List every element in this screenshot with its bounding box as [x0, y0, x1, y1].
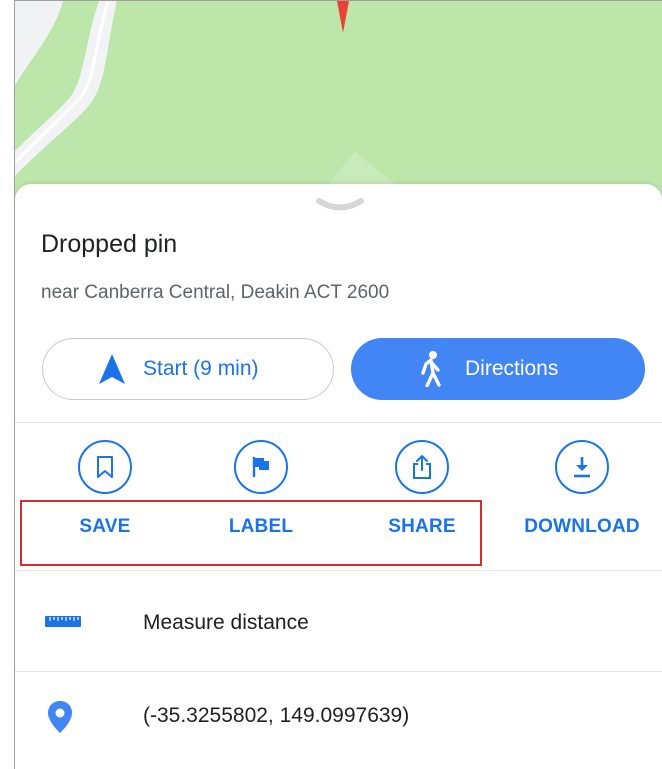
divider — [15, 422, 662, 423]
start-button[interactable]: Start (9 min) — [42, 338, 334, 400]
map-graphic — [15, 1, 415, 201]
start-button-label: Start (9 min) — [143, 357, 259, 380]
chevron-down-icon[interactable] — [315, 198, 365, 214]
dropped-pin-marker — [337, 1, 349, 33]
location-pin-icon — [48, 701, 72, 733]
flag-icon — [252, 457, 269, 477]
download-button[interactable] — [555, 440, 609, 494]
place-address: near Canberra Central, Deakin ACT 2600 — [41, 282, 390, 303]
app-frame: Dropped pin near Canberra Central, Deaki… — [0, 0, 662, 769]
divider — [15, 671, 662, 672]
directions-button[interactable]: Directions — [351, 338, 645, 400]
measure-distance-row[interactable]: Measure distance — [15, 584, 662, 664]
coordinates-row[interactable]: (-35.3255802, 149.0997639) — [15, 684, 662, 764]
ruler-icon — [45, 616, 81, 627]
highlight-box — [20, 500, 482, 566]
coordinates-label: (-35.3255802, 149.0997639) — [143, 704, 410, 727]
download-icon — [574, 457, 590, 478]
measure-distance-label: Measure distance — [143, 611, 309, 634]
bookmark-icon — [97, 456, 113, 478]
place-sheet: Dropped pin near Canberra Central, Deaki… — [15, 184, 662, 769]
save-button[interactable] — [78, 440, 132, 494]
screen-border-top — [0, 0, 662, 1]
navigation-arrow-icon — [99, 354, 125, 384]
download-action[interactable]: DOWNLOAD — [512, 440, 652, 538]
download-label: DOWNLOAD — [524, 516, 640, 537]
place-title: Dropped pin — [41, 230, 178, 258]
map-road-area — [15, 1, 63, 85]
directions-button-label: Directions — [465, 357, 559, 380]
share-button[interactable] — [395, 440, 449, 494]
walking-person-icon — [421, 351, 441, 387]
screen-border-left — [0, 0, 15, 769]
divider — [15, 570, 662, 571]
label-button[interactable] — [234, 440, 288, 494]
map-view[interactable] — [15, 1, 662, 201]
share-icon — [413, 455, 431, 479]
